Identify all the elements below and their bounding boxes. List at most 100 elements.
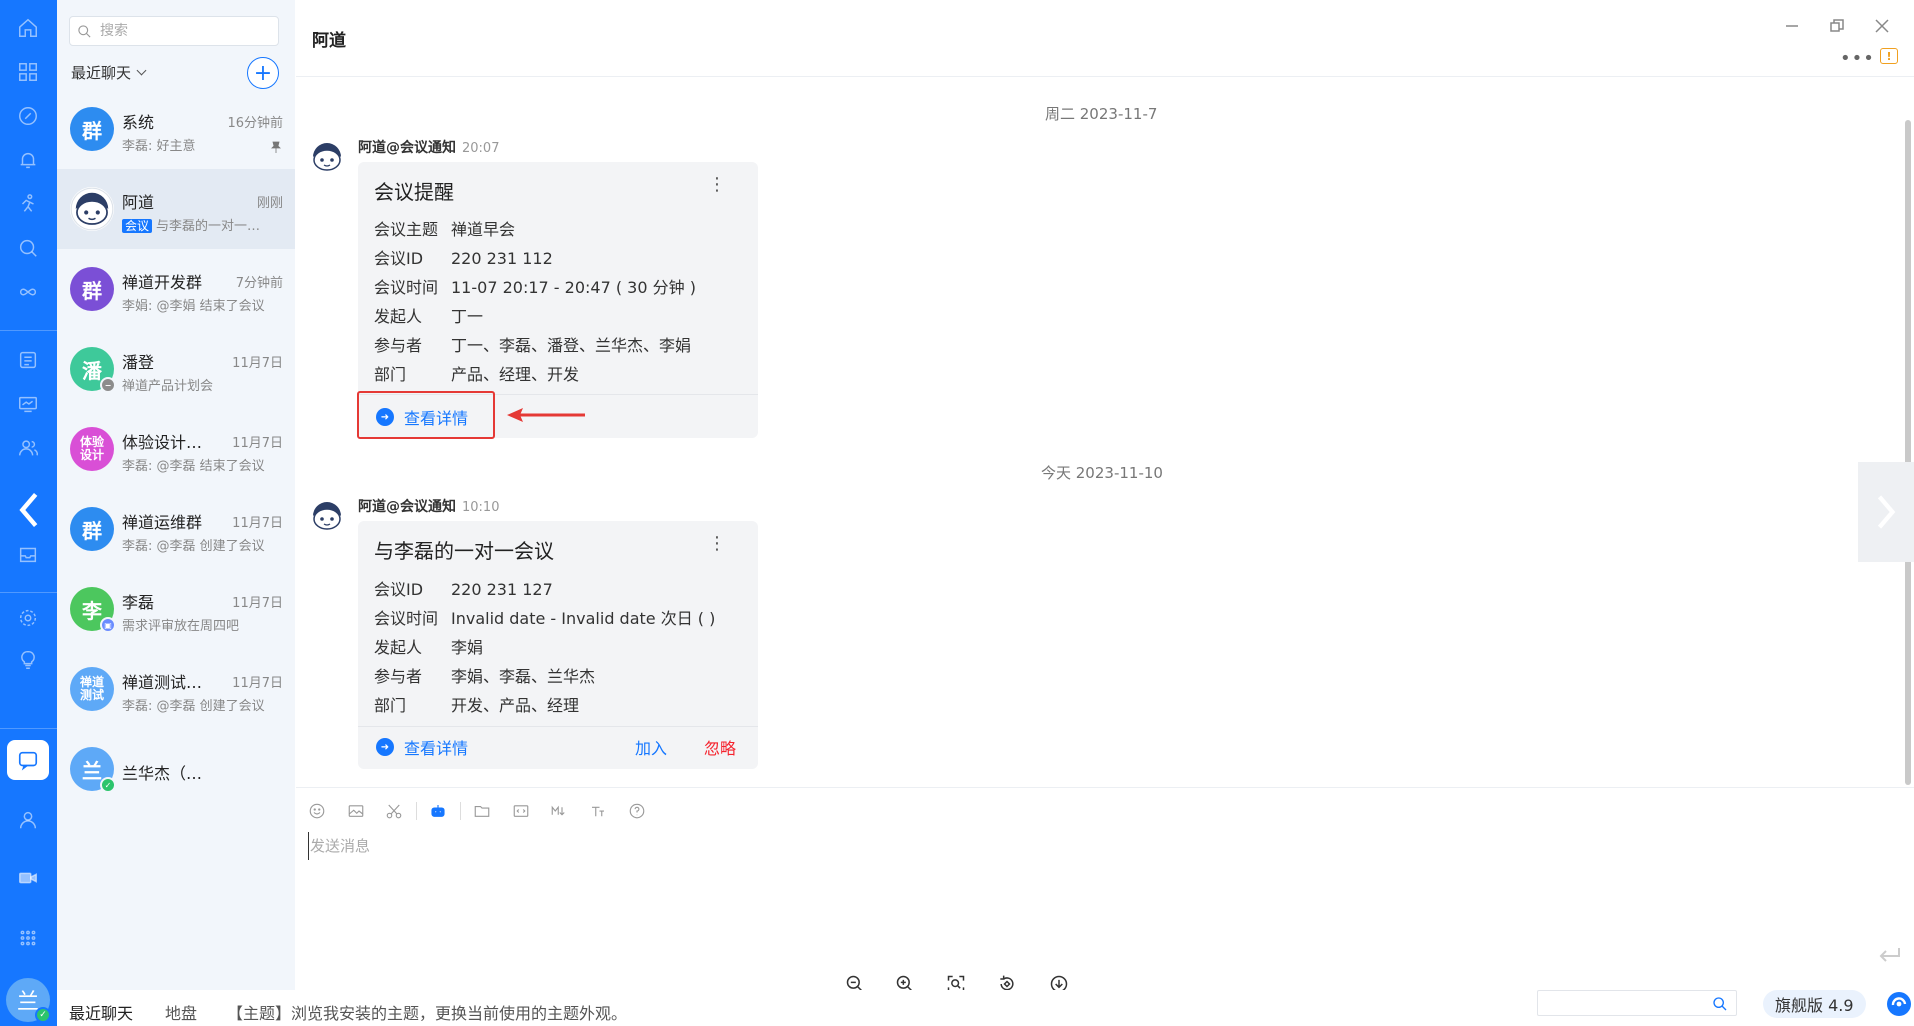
online-check-icon: ✓ <box>35 1007 51 1023</box>
card-row: 部门 产品、经理、开发 <box>374 361 579 385</box>
chat-list-item[interactable]: 群 禅道运维群 11月7日 李磊: @李磊 创建了会议 <box>57 489 295 569</box>
ignore-meeting-button[interactable]: 忽略 <box>704 735 736 759</box>
message-time: 10:10 <box>462 500 500 515</box>
search-input[interactable] <box>100 21 270 41</box>
chat-filter-label: 最近聊天 <box>71 64 132 82</box>
row-value: 220 231 127 <box>451 580 553 599</box>
date-separator: 周二 2023-11-7 <box>1045 105 1158 123</box>
close-icon[interactable] <box>1872 16 1892 36</box>
restore-icon[interactable] <box>1827 16 1847 36</box>
row-key: 会议ID <box>374 249 424 268</box>
chat-preview: 李磊: 好主意 <box>122 135 272 154</box>
chat-preview: 李磊: @李磊 结束了会议 <box>122 455 272 474</box>
notice-icon[interactable]: ! <box>1880 48 1898 64</box>
card-menu-icon[interactable]: ⋮ <box>708 176 726 194</box>
sender-name: 阿道@会议通知 <box>358 140 456 156</box>
row-value: 禅道早会 <box>451 220 516 239</box>
code-icon[interactable] <box>510 800 532 822</box>
card-row: 发起人 李娟 <box>374 634 483 658</box>
bell-icon[interactable] <box>14 146 42 174</box>
chat-avatar: 兰 ✓ <box>70 747 116 793</box>
chat-list-item[interactable]: 潘 − 潘登 11月7日 禅道产品计划会 <box>57 329 295 409</box>
row-key: 部门 <box>374 696 407 715</box>
chat-avatar-text: 禅道 测试 <box>79 675 104 702</box>
version-badge[interactable]: 旗舰版 4.9 <box>1763 990 1866 1018</box>
chat-list-item[interactable]: 李 ▣ 李磊 11月7日 需求评审放在周四吧 <box>57 569 295 649</box>
status-tab-recent[interactable]: 最近聊天 <box>69 1000 133 1026</box>
apps-grid-icon[interactable] <box>14 58 42 86</box>
home-icon[interactable] <box>14 14 42 42</box>
robot-icon[interactable] <box>427 800 449 822</box>
team-icon[interactable] <box>14 434 42 462</box>
lightbulb-icon[interactable] <box>14 646 42 674</box>
more-options-icon[interactable]: ••• <box>1840 48 1875 69</box>
card-row: 会议时间 11-07 20:17 - 20:47 ( 30 分钟 ) <box>374 274 696 298</box>
chat-avatar <box>70 187 114 231</box>
chat-name: 体验设计部门 <box>122 433 217 452</box>
chat-list-item[interactable]: 禅道 测试 禅道测试群组 11月7日 李磊: @李磊 创建了会议 <box>57 649 295 729</box>
rail-divider <box>0 592 57 593</box>
next-image-arrow-icon[interactable] <box>1858 462 1914 562</box>
compass-icon[interactable] <box>14 102 42 130</box>
chat-filter-dropdown[interactable]: 最近聊天 <box>71 62 147 83</box>
video-icon[interactable] <box>14 864 42 892</box>
minimize-icon[interactable] <box>1782 16 1802 36</box>
status-tab-disk[interactable]: 地盘 <box>165 1000 197 1024</box>
help-icon[interactable] <box>626 800 648 822</box>
online-check-icon: ✓ <box>100 777 116 793</box>
chat-list-item[interactable]: 阿道 刚刚 会议 与李磊的一对一会议 <box>57 169 295 249</box>
scissors-icon[interactable] <box>383 800 405 822</box>
previous-image-arrow-icon[interactable] <box>0 485 57 535</box>
add-chat-button[interactable]: + <box>247 57 279 89</box>
chat-time: 刚刚 <box>256 196 283 211</box>
search-box[interactable] <box>69 16 279 46</box>
pin-icon <box>271 141 281 153</box>
inbox-icon[interactable] <box>14 540 42 568</box>
app-logo-icon[interactable] <box>1885 990 1913 1018</box>
row-key: 会议主题 <box>374 220 439 239</box>
card-title: 会议提醒 <box>374 180 454 204</box>
row-value: 220 231 112 <box>451 249 553 268</box>
card-row: 会议时间 Invalid date - Invalid date 次日 ( ) <box>374 605 715 629</box>
chat-avatar: 体验 设计 <box>70 427 114 471</box>
more-apps-icon[interactable] <box>14 924 42 952</box>
search-icon[interactable] <box>1712 996 1728 1012</box>
bot-avatar[interactable] <box>308 497 346 535</box>
bot-avatar[interactable] <box>308 138 346 176</box>
chat-preview: 会议 与李磊的一对一会议 <box>122 215 272 234</box>
chat-list-item[interactable]: 体验 设计 体验设计部门 11月7日 李磊: @李磊 结束了会议 <box>57 409 295 489</box>
emoji-icon[interactable] <box>306 800 328 822</box>
chat-list-item[interactable]: 群 系统 16分钟前 李磊: 好主意 <box>57 89 295 169</box>
send-enter-icon[interactable] <box>1876 945 1902 965</box>
gear-icon[interactable] <box>14 604 42 632</box>
chat-preview: 李磊: @李磊 创建了会议 <box>122 535 272 554</box>
message-input[interactable] <box>308 832 1888 860</box>
one-on-one-meeting-card: 与李磊的一对一会议 ⋮ 会议ID 220 231 127 会议时间 Invalid … <box>358 521 758 769</box>
status-search-input[interactable] <box>1544 994 1694 1012</box>
monitor-icon[interactable] <box>14 390 42 418</box>
image-icon[interactable] <box>345 800 367 822</box>
markdown-icon[interactable] <box>548 800 570 822</box>
chat-avatar-text: 群 <box>82 118 102 143</box>
chat-preview-text: 李磊: 好主意 <box>122 139 196 154</box>
folder-icon[interactable] <box>471 800 493 822</box>
chat-list-item[interactable]: 群 禅道开发群 7分钟前 李娟: @李娟 结束了会议 <box>57 249 295 329</box>
run-icon[interactable] <box>14 190 42 218</box>
card-row: 发起人 丁一 <box>374 303 483 327</box>
message-time: 20:07 <box>462 141 500 156</box>
user-avatar[interactable]: 兰 ✓ <box>6 978 51 1023</box>
chat-name: 兰华杰（我） <box>122 764 217 783</box>
chat-list-item[interactable]: 兰 ✓ 兰华杰（我） <box>57 729 295 809</box>
card-menu-icon[interactable]: ⋮ <box>708 535 726 553</box>
join-meeting-button[interactable]: 加入 <box>635 735 667 759</box>
message-scrollbar[interactable] <box>1905 120 1911 785</box>
view-details-button[interactable]: ➜ 查看详情 <box>376 735 468 759</box>
status-search-box[interactable] <box>1537 990 1737 1016</box>
infinity-icon[interactable] <box>14 278 42 306</box>
contacts-icon[interactable] <box>14 806 42 834</box>
magnifier-icon[interactable] <box>14 234 42 262</box>
list-icon[interactable] <box>14 346 42 374</box>
chat-name: 禅道开发群 <box>122 273 203 292</box>
text-format-icon[interactable] <box>587 800 609 822</box>
chat-icon[interactable] <box>7 740 49 780</box>
